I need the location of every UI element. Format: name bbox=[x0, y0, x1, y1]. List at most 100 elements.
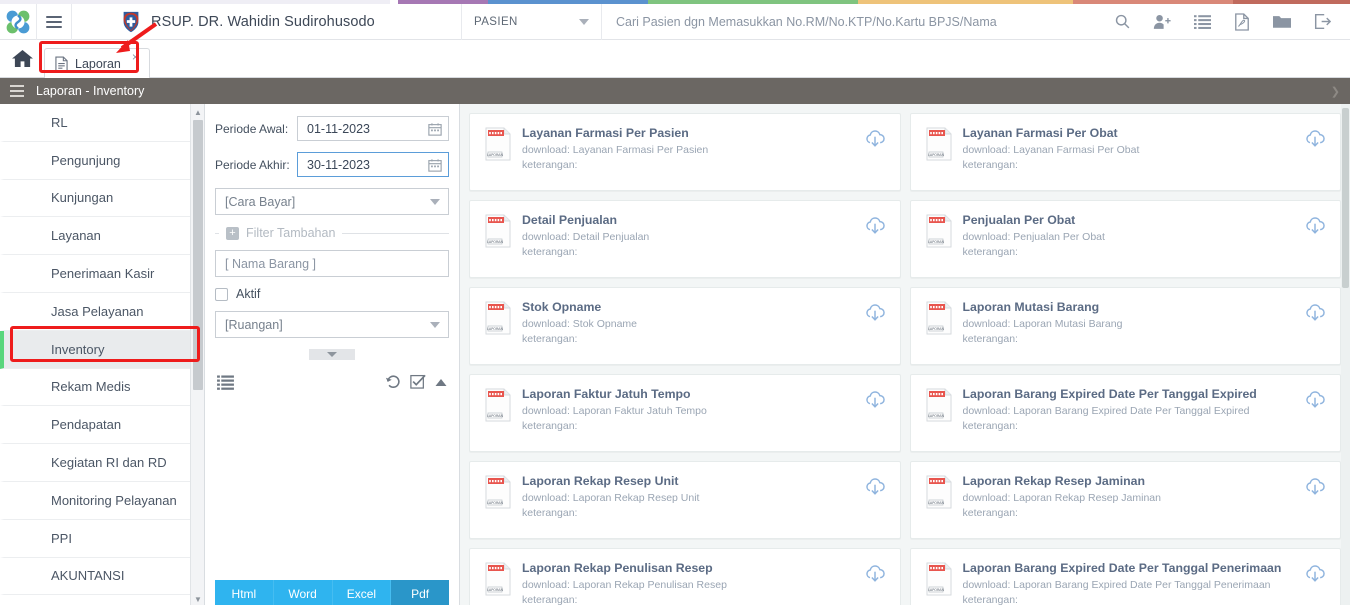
logout-icon[interactable] bbox=[1302, 4, 1342, 40]
sidebar-item-kunjungan[interactable]: Kunjungan bbox=[0, 179, 204, 218]
cloud-download-icon[interactable] bbox=[1304, 389, 1326, 411]
sidebar-item-inventory[interactable]: Inventory bbox=[0, 330, 204, 369]
list-icon[interactable] bbox=[1182, 4, 1222, 40]
cloud-download-icon[interactable] bbox=[1304, 128, 1326, 150]
document-icon bbox=[55, 55, 68, 72]
tab-laporan[interactable]: Laporan × bbox=[44, 48, 150, 78]
report-card[interactable]: LAPORAN Laporan Rekap Resep Jaminan down… bbox=[909, 461, 1341, 539]
sidebar-item-kegiatan-ri-rd[interactable]: Kegiatan RI dan RD bbox=[0, 444, 204, 482]
report-document-icon: LAPORAN bbox=[926, 388, 951, 422]
report-card[interactable]: LAPORAN Laporan Barang Expired Date Per … bbox=[909, 374, 1341, 452]
cloud-download-icon[interactable] bbox=[864, 215, 886, 237]
report-card[interactable]: LAPORAN Stok Opname download: Stok Opnam… bbox=[469, 287, 901, 365]
report-card-title: Detail Penjualan bbox=[522, 213, 617, 227]
sidebar-item-rl[interactable]: RL bbox=[0, 104, 204, 142]
cloud-download-icon[interactable] bbox=[1304, 302, 1326, 324]
report-card-body: Stok Opname download: Stok Opname ketera… bbox=[522, 300, 854, 345]
report-card[interactable]: LAPORAN Laporan Rekap Penulisan Resep do… bbox=[469, 548, 901, 605]
chevron-right-icon[interactable]: ❯ bbox=[1331, 85, 1340, 98]
triangle-up-icon[interactable]: ▲ bbox=[191, 104, 205, 120]
periode-akhir-input[interactable]: 30-11-2023 bbox=[297, 152, 449, 177]
cloud-download-icon[interactable] bbox=[864, 302, 886, 324]
sidebar-scrollbar[interactable]: ▲ ▼ bbox=[190, 104, 204, 605]
export-html-button[interactable]: Html bbox=[215, 580, 274, 605]
app-logo[interactable] bbox=[0, 4, 36, 40]
sidebar-item-jasa-pelayanan[interactable]: Jasa Pelayanan bbox=[0, 292, 204, 331]
report-card[interactable]: LAPORAN Laporan Faktur Jatuh Tempo downl… bbox=[469, 374, 901, 452]
cloud-download-icon[interactable] bbox=[1304, 215, 1326, 237]
sidebar-item-layanan[interactable]: Layanan bbox=[0, 217, 204, 256]
report-card-note: keterangan: bbox=[962, 420, 1018, 432]
sidebar-item-label: Penerimaan Kasir bbox=[51, 266, 155, 282]
calendar-icon[interactable] bbox=[428, 158, 442, 172]
breadcrumb-menu-icon[interactable] bbox=[10, 82, 24, 100]
cloud-download-icon[interactable] bbox=[864, 563, 886, 585]
home-button[interactable] bbox=[0, 39, 44, 77]
module-select[interactable]: PASIEN bbox=[462, 3, 602, 40]
export-pdf-button[interactable]: Pdf bbox=[391, 580, 449, 605]
search-icon[interactable] bbox=[1102, 4, 1142, 40]
export-word-button[interactable]: Word bbox=[273, 580, 333, 605]
triangle-up-icon[interactable] bbox=[435, 378, 447, 387]
sidebar-item-label: AKUNTANSI bbox=[51, 568, 125, 584]
sidebar-item-monitoring-pelayanan[interactable]: Monitoring Pelayanan bbox=[0, 481, 204, 520]
list-lines-icon[interactable] bbox=[217, 374, 234, 390]
report-card-download: download: Layanan Farmasi Per Pasien bbox=[522, 144, 709, 156]
breadcrumb-left: Laporan - Inventory bbox=[10, 82, 144, 100]
sidebar: RL Pengunjung Kunjungan Layanan Penerima… bbox=[0, 104, 205, 605]
export-button-bar: Html Word Excel Pdf bbox=[215, 580, 449, 605]
report-document-icon: LAPORAN bbox=[485, 127, 511, 161]
content-scroll-thumb[interactable] bbox=[1342, 108, 1349, 288]
report-card[interactable]: LAPORAN Layanan Farmasi Per Pasien downl… bbox=[469, 113, 901, 191]
report-card-download-name: Laporan Barang Expired Date Per Tanggal … bbox=[1013, 405, 1250, 417]
chevron-down-icon bbox=[430, 321, 440, 328]
search-input[interactable] bbox=[616, 14, 1088, 29]
sidebar-scroll-thumb[interactable] bbox=[193, 120, 203, 390]
ruangan-select[interactable]: [Ruangan] bbox=[215, 311, 449, 338]
report-card[interactable]: LAPORAN Laporan Mutasi Barang download: … bbox=[909, 287, 1341, 365]
calendar-icon[interactable] bbox=[428, 122, 442, 136]
export-excel-button[interactable]: Excel bbox=[332, 580, 392, 605]
report-card[interactable]: LAPORAN Laporan Barang Expired Date Per … bbox=[909, 548, 1341, 605]
report-card[interactable]: LAPORAN Laporan Rekap Resep Unit downloa… bbox=[469, 461, 901, 539]
plus-icon[interactable]: + bbox=[226, 226, 239, 240]
sidebar-item-akuntansi[interactable]: AKUNTANSI bbox=[0, 557, 204, 596]
sidebar-item-label: PPI bbox=[51, 530, 72, 546]
triangle-down-icon[interactable]: ▼ bbox=[191, 591, 205, 605]
filter-tambahan-header[interactable]: + Filter Tambahan bbox=[215, 226, 449, 240]
cloud-download-icon[interactable] bbox=[864, 128, 886, 150]
sidebar-item-ppi[interactable]: PPI bbox=[0, 519, 204, 558]
tab-close-icon[interactable]: × bbox=[132, 50, 139, 64]
history-reset-icon[interactable] bbox=[385, 374, 401, 390]
cara-bayar-select[interactable]: [Cara Bayar] bbox=[215, 188, 449, 215]
menu-toggle-button[interactable] bbox=[36, 3, 72, 40]
content-scrollbar[interactable] bbox=[1341, 104, 1350, 605]
aktif-checkbox[interactable] bbox=[215, 287, 228, 301]
sidebar-item-pendapatan[interactable]: Pendapatan bbox=[0, 406, 204, 445]
cloud-download-icon[interactable] bbox=[864, 389, 886, 411]
pdf-icon[interactable] bbox=[1222, 4, 1262, 40]
nama-barang-input[interactable]: [ Nama Barang ] bbox=[215, 250, 449, 277]
report-card[interactable]: LAPORAN Penjualan Per Obat download: Pen… bbox=[909, 200, 1341, 278]
panel-collapse-handle[interactable] bbox=[309, 349, 355, 360]
report-card-download-name: Laporan Rekap Resep Jaminan bbox=[1013, 492, 1161, 504]
sidebar-item-penerimaan-kasir[interactable]: Penerimaan Kasir bbox=[0, 255, 204, 293]
cloud-download-icon[interactable] bbox=[1304, 476, 1326, 498]
report-card-title: Laporan Rekap Resep Unit bbox=[522, 474, 679, 488]
report-document-icon: LAPORAN bbox=[485, 475, 511, 509]
aktif-checkbox-row[interactable]: Aktif bbox=[215, 287, 449, 301]
header-icon-group bbox=[1102, 4, 1350, 40]
periode-awal-input[interactable]: 01-11-2023 bbox=[297, 116, 449, 141]
sidebar-item-pengunjung[interactable]: Pengunjung bbox=[0, 141, 204, 180]
sidebar-item-rekam-medis[interactable]: Rekam Medis bbox=[0, 368, 204, 407]
report-card-download: download: Laporan Barang Expired Date Pe… bbox=[962, 579, 1271, 591]
cloud-download-icon[interactable] bbox=[864, 476, 886, 498]
report-card[interactable]: LAPORAN Detail Penjualan download: Detai… bbox=[469, 200, 901, 278]
add-user-icon[interactable] bbox=[1142, 4, 1182, 40]
check-square-icon[interactable] bbox=[410, 374, 426, 390]
folder-icon[interactable] bbox=[1262, 4, 1302, 40]
report-card-download-name: Laporan Rekap Resep Unit bbox=[572, 492, 700, 504]
cloud-download-icon[interactable] bbox=[1304, 563, 1326, 585]
report-card[interactable]: LAPORAN Layanan Farmasi Per Obat downloa… bbox=[909, 113, 1341, 191]
report-card-note: keterangan: bbox=[962, 246, 1018, 258]
